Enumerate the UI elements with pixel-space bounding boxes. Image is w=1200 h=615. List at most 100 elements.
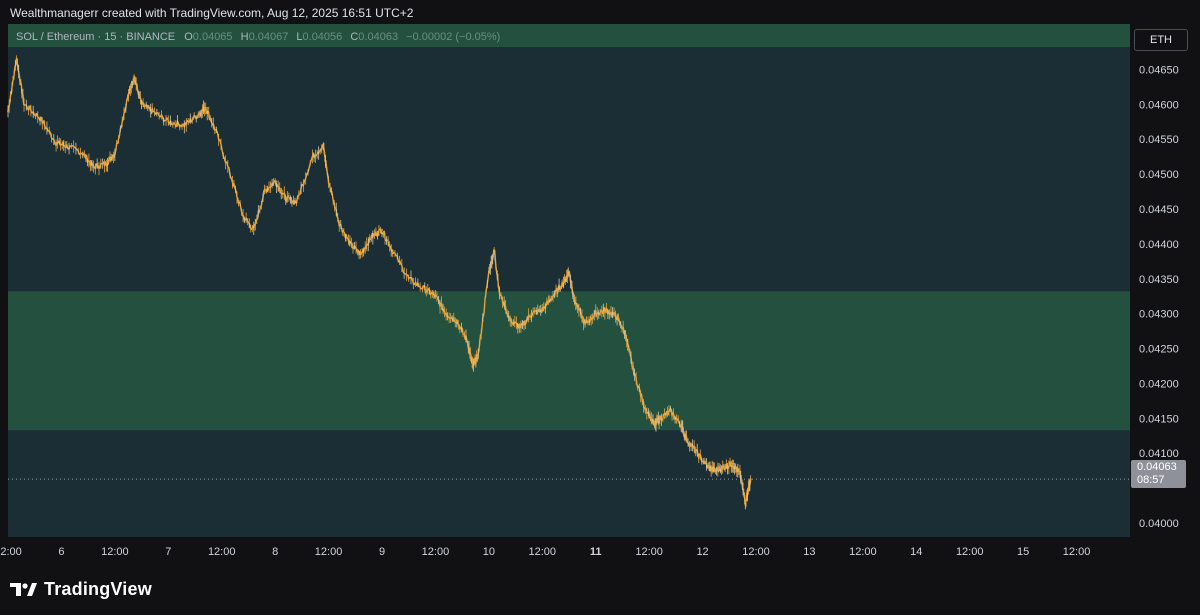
y-tick-label-5: 0.04450 <box>1139 204 1179 216</box>
price-point-19 <box>231 180 234 182</box>
y-tick-label-1: 0.04650 <box>1139 64 1179 76</box>
price-point-10 <box>126 96 129 99</box>
x-tick-label-2: 12:00 <box>101 546 129 558</box>
x-tick-label-18: 12:00 <box>956 546 984 558</box>
price-point-16 <box>197 113 200 116</box>
x-tick-label-7: 9 <box>379 546 385 558</box>
tradingview-logo-icon <box>10 583 37 596</box>
y-tick-label-8: 0.04300 <box>1139 309 1179 321</box>
price-point-60 <box>642 403 645 406</box>
price-point-61 <box>653 424 656 427</box>
x-tick-label-15: 13 <box>803 546 815 558</box>
x-tick-label-4: 12:00 <box>208 546 236 558</box>
price-point-51 <box>562 281 565 284</box>
price-point-62 <box>658 417 661 420</box>
price-point-57 <box>616 316 618 319</box>
price-point-65 <box>685 438 688 441</box>
price-point-54 <box>584 323 586 326</box>
price-point-66 <box>696 452 699 455</box>
price-point-35 <box>407 277 410 280</box>
zone-rectangle-1 <box>8 291 1130 431</box>
low-value: 0.04056 <box>302 31 343 43</box>
price-point-21 <box>252 228 255 231</box>
price-point-42 <box>477 354 480 357</box>
price-point-37 <box>434 295 437 298</box>
x-tick-label-16: 12:00 <box>849 546 877 558</box>
y-tick-label-11: 0.04150 <box>1139 413 1179 425</box>
high-label: H <box>240 31 249 43</box>
price-point-1 <box>15 57 18 60</box>
price-point-9 <box>113 152 116 155</box>
price-point-63 <box>669 410 672 413</box>
x-tick-label-6: 12:00 <box>315 546 343 558</box>
plot-area[interactable] <box>7 24 1130 537</box>
y-tick-label-4: 0.04500 <box>1139 169 1179 181</box>
x-tick-label-14: 12:00 <box>742 546 770 558</box>
y-tick-label-13: 0.04000 <box>1139 518 1179 530</box>
price-point-70 <box>731 462 734 465</box>
price-point-72 <box>744 501 747 504</box>
close-value: 0.04063 <box>358 31 399 43</box>
price-point-38 <box>445 312 448 315</box>
price-point-59 <box>632 368 635 371</box>
price-point-50 <box>552 295 554 298</box>
price-point-0 <box>7 110 9 113</box>
symbol-label[interactable]: SOL / Ethereum · 15 · BINANCE <box>16 31 175 43</box>
price-point-43 <box>487 270 490 273</box>
price-point-23 <box>274 180 277 182</box>
price-point-14 <box>167 120 170 123</box>
price-point-56 <box>605 309 608 312</box>
tradingview-logo[interactable]: TradingView <box>10 576 152 602</box>
x-tick-label-17: 14 <box>910 546 922 558</box>
price-point-34 <box>391 249 394 252</box>
price-point-31 <box>359 253 362 256</box>
y-tick-label-10: 0.04200 <box>1139 378 1179 390</box>
price-point-22 <box>263 190 266 193</box>
y-tick-label-9: 0.04250 <box>1139 344 1179 356</box>
y-tick-label-12: 0.04100 <box>1139 448 1179 460</box>
price-point-41 <box>471 365 474 367</box>
price-point-11 <box>133 75 135 78</box>
x-tick-label-12: 12:00 <box>635 546 663 558</box>
price-chart[interactable]: 0.047000.046500.046000.045500.045000.044… <box>0 24 1200 572</box>
high-value: 0.04067 <box>248 31 289 43</box>
x-tick-label-13: 12 <box>696 546 708 558</box>
price-point-68 <box>714 469 717 472</box>
low-label: L <box>296 31 303 43</box>
attribution-text: Wealthmanagerr created with TradingView.… <box>10 6 414 20</box>
x-tick-label-1: 6 <box>58 546 64 558</box>
price-point-40 <box>466 340 469 343</box>
x-tick-label-0: 12:00 <box>0 546 22 558</box>
price-point-20 <box>242 215 244 217</box>
time-axis[interactable]: 12:00 6 12:00 7 12:00 8 12:00 9 12:00 10 12:00 11 12… <box>0 546 1090 558</box>
price-point-29 <box>338 222 341 224</box>
bar-countdown: 08:57 <box>1137 474 1165 486</box>
price-point-71 <box>739 473 741 476</box>
attribution-bar: Wealthmanagerr created with TradingView.… <box>0 0 1200 24</box>
x-tick-label-20: 12:00 <box>1063 546 1091 558</box>
price-point-27 <box>322 145 325 148</box>
price-point-47 <box>520 326 522 329</box>
x-tick-label-11: 11 <box>590 546 602 558</box>
price-point-4 <box>55 141 57 144</box>
price-axis[interactable]: 0.047000.046500.046000.045500.045000.044… <box>1139 29 1179 530</box>
x-tick-label-3: 7 <box>165 546 171 558</box>
price-point-8 <box>105 162 108 165</box>
open-value: 0.04065 <box>192 31 233 43</box>
price-point-30 <box>349 242 351 245</box>
price-point-13 <box>151 110 154 113</box>
price-point-12 <box>140 103 143 106</box>
price-point-48 <box>530 312 533 315</box>
x-tick-label-9: 10 <box>483 546 495 558</box>
change-value: −0.00002 (−0.05%) <box>406 31 501 43</box>
y-tick-label-7: 0.04350 <box>1139 274 1179 286</box>
symbol-legend[interactable]: SOL / Ethereum · 15 · BINANCE O0.04065 H… <box>16 31 500 47</box>
price-point-6 <box>81 152 84 155</box>
currency-selector[interactable]: ETH <box>1134 29 1188 51</box>
x-tick-label-19: 15 <box>1017 546 1029 558</box>
price-point-15 <box>183 124 186 127</box>
x-tick-label-8: 12:00 <box>422 546 450 558</box>
price-point-58 <box>624 333 627 336</box>
price-point-25 <box>295 201 298 203</box>
open-label: O <box>184 31 193 43</box>
